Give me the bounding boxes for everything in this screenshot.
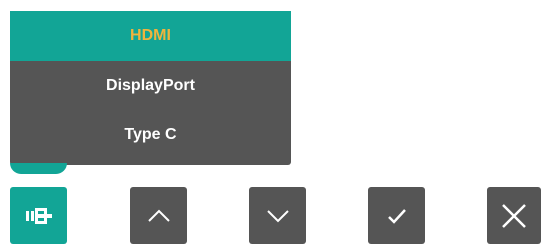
menu-item-displayport[interactable]: DisplayPort (10, 61, 291, 110)
menu-item-label: DisplayPort (106, 76, 195, 94)
chevron-down-icon (266, 209, 289, 222)
menu-item-label: HDMI (130, 27, 171, 44)
close-button[interactable] (487, 187, 541, 244)
close-icon (502, 203, 526, 228)
active-tab-indicator (10, 163, 67, 174)
input-source-button[interactable] (10, 187, 67, 244)
menu-item-type-c[interactable]: Type C (10, 110, 291, 160)
menu-item-label: Type C (124, 126, 177, 143)
chevron-up-icon (147, 209, 170, 222)
confirm-button[interactable] (368, 187, 425, 244)
input-source-icon (25, 207, 52, 224)
checkmark-icon (387, 208, 406, 224)
input-source-menu: HDMI DisplayPort Type C (10, 11, 291, 165)
up-button[interactable] (130, 187, 187, 244)
menu-item-hdmi[interactable]: HDMI (10, 11, 291, 61)
down-button[interactable] (249, 187, 306, 244)
